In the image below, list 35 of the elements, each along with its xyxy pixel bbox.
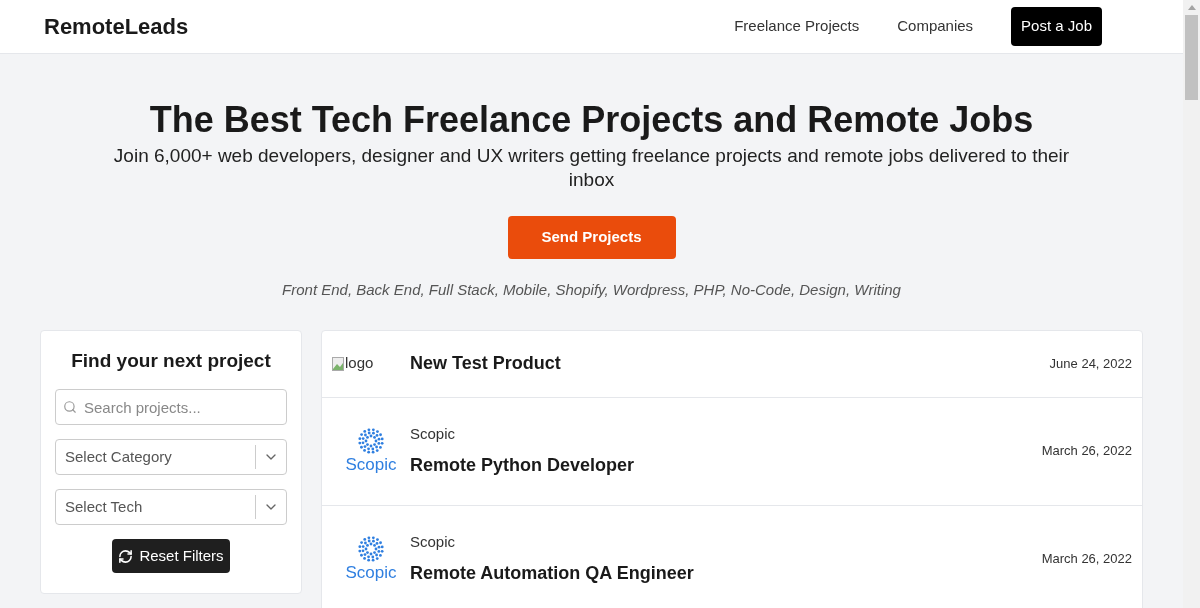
job-row[interactable]: Scopic Scopic Remote Python Developer March 26, 2022 bbox=[322, 397, 1142, 506]
job-date: June 24, 2022 bbox=[1049, 354, 1132, 373]
scroll-up-icon[interactable] bbox=[1187, 5, 1196, 10]
select-dropdown[interactable]: Select Category bbox=[55, 439, 287, 475]
company-name: Scopic bbox=[410, 532, 457, 553]
select-dropdown[interactable]: Select Tech bbox=[55, 489, 287, 525]
post-job-button[interactable]: Post a Job bbox=[1011, 7, 1102, 46]
nav-link[interactable]: Freelance Projects bbox=[734, 15, 860, 38]
logo-icon bbox=[357, 535, 385, 563]
company-logo-text: Scopic bbox=[345, 455, 397, 475]
refresh-icon bbox=[118, 548, 134, 564]
reset-filters-button[interactable]: Reset Filters bbox=[112, 539, 230, 573]
job-date: March 26, 2022 bbox=[1041, 442, 1132, 461]
search-field[interactable]: Search projects... bbox=[55, 389, 287, 425]
job-title: Remote Python Developer bbox=[410, 453, 635, 477]
send-projects-button[interactable]: Send Projects bbox=[507, 216, 676, 259]
job-title: New Test Product bbox=[410, 352, 561, 375]
hero-title: The Best Tech Freelance Projects and Remote Jobs bbox=[149, 98, 1034, 142]
logo-icon bbox=[357, 427, 385, 455]
broken-image-icon bbox=[332, 356, 344, 371]
job-row[interactable]: Scopic Scopic Remote Automation QA Engineer March 26, 2022 bbox=[322, 505, 1142, 608]
company-name: Scopic bbox=[410, 424, 457, 445]
scrollbar-thumb[interactable] bbox=[1185, 15, 1198, 100]
filter-title: Find your next project bbox=[71, 348, 271, 373]
category-tags: Front End, Back End, Full Stack, Mobile, Shopify, Wordpress, PHP, No-Code, Design, Writing bbox=[282, 279, 901, 302]
job-row[interactable]: logo New Test Product June 24, 2022 bbox=[322, 330, 1142, 398]
job-date: March 26, 2022 bbox=[1041, 550, 1132, 569]
company-logo-text: Scopic bbox=[345, 563, 397, 583]
scrollbar[interactable] bbox=[1183, 0, 1200, 608]
nav-link[interactable]: Companies bbox=[897, 15, 974, 38]
job-title: Remote Automation QA Engineer bbox=[410, 561, 694, 585]
brand-logo[interactable]: RemoteLeads bbox=[44, 10, 189, 43]
search-icon bbox=[63, 400, 77, 414]
broken-image-alt: logo bbox=[332, 352, 374, 375]
hero-subtitle: Join 6,000+ web developers, designer and UX writers getting freelance projects and remote jobs delivered to their inbox bbox=[112, 144, 1071, 192]
